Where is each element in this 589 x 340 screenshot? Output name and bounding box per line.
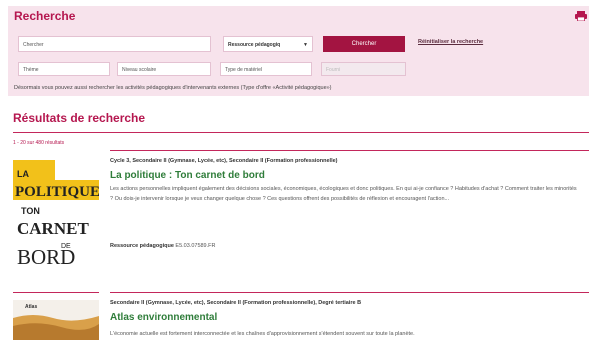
item-title-link[interactable]: La politique : Ton carnet de bord bbox=[110, 170, 265, 181]
extra-filter: Fourni bbox=[321, 62, 406, 76]
results-title: Résultats de recherche bbox=[13, 111, 146, 125]
item-type: Ressource pédagogique E5.03.07589.FR bbox=[110, 243, 215, 249]
chevron-down-icon: ▼ bbox=[303, 42, 308, 48]
cover-line: CARNET bbox=[17, 219, 89, 238]
cover-line: LA bbox=[17, 169, 29, 179]
reset-search-link[interactable]: Réinitialiser la recherche bbox=[418, 39, 483, 45]
item-divider bbox=[13, 292, 99, 293]
keyword-input[interactable]: Chercher bbox=[18, 36, 211, 52]
item-cover-image[interactable]: LA POLITIQUE TON CARNET DE BORD bbox=[13, 160, 99, 270]
resource-type-select[interactable]: Ressource pédagogiq ▼ bbox=[223, 36, 313, 52]
results-divider bbox=[13, 132, 589, 133]
print-icon[interactable] bbox=[575, 11, 587, 21]
item-description: Les actions personnelles impliquent égal… bbox=[110, 186, 577, 202]
search-note: Désormais vous pouvez aussi rechercher l… bbox=[14, 85, 332, 91]
item-cover-image[interactable]: Atlas bbox=[13, 300, 99, 340]
item-type-label: Ressource pédagogique bbox=[110, 243, 174, 249]
material-type-filter[interactable]: Type de matériel bbox=[220, 62, 312, 76]
theme-filter[interactable]: Thème bbox=[18, 62, 110, 76]
item-divider bbox=[110, 292, 589, 293]
item-title-link[interactable]: Atlas environnemental bbox=[110, 312, 217, 323]
item-meta: Cycle 3, Secondaire II (Gymnase, Lycée, … bbox=[110, 158, 338, 164]
search-title: Recherche bbox=[14, 9, 76, 23]
cover-line: POLITIQUE bbox=[15, 184, 99, 200]
cover-line: BORD bbox=[17, 245, 75, 269]
search-panel: Recherche Chercher Ressource pédagogiq ▼… bbox=[8, 6, 589, 96]
item-meta: Secondaire II (Gymnase, Lycée, etc), Sec… bbox=[110, 300, 362, 306]
resource-type-value: Ressource pédagogiq bbox=[228, 42, 281, 48]
results-count: 1 - 20 sur 480 résultats bbox=[13, 140, 65, 146]
level-filter[interactable]: Niveau scolaire bbox=[117, 62, 211, 76]
item-divider bbox=[110, 150, 589, 151]
cover-line: TON bbox=[21, 206, 40, 216]
cover-label: Atlas bbox=[25, 304, 37, 310]
search-button[interactable]: Chercher bbox=[323, 36, 405, 52]
item-type-code: E5.03.07589.FR bbox=[175, 243, 216, 249]
item-description: L'économie actuelle est fortement interc… bbox=[110, 331, 415, 337]
